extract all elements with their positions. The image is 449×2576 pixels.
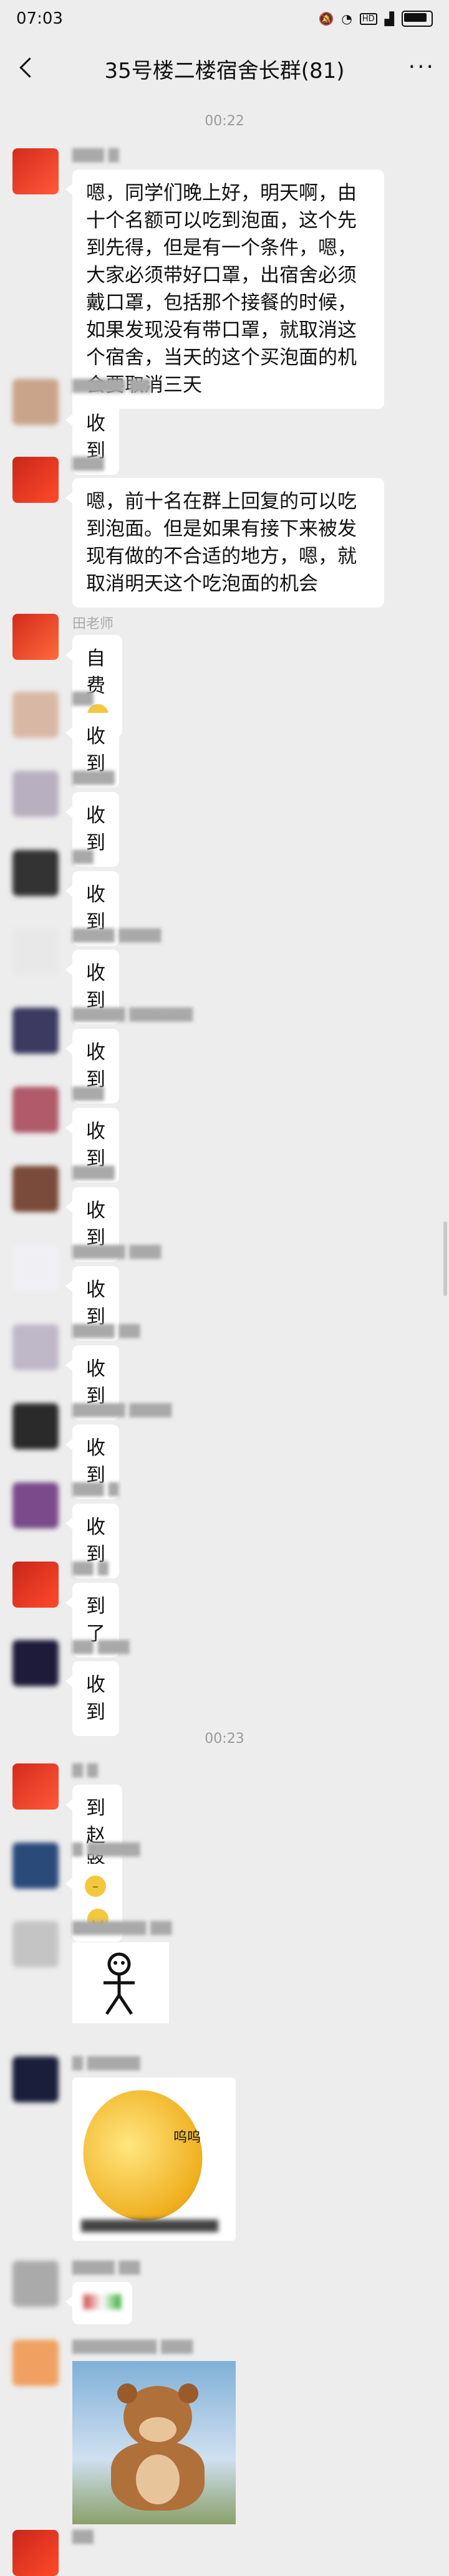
message-text: 收到 bbox=[86, 1516, 105, 1566]
avatar[interactable] bbox=[12, 1763, 59, 1810]
sender-name: ▇▇ bbox=[72, 690, 94, 706]
message-text: 收到 bbox=[86, 1674, 105, 1724]
timestamp: 00:22 bbox=[205, 113, 244, 129]
avatar[interactable] bbox=[12, 2530, 59, 2576]
blurred-caption bbox=[81, 2220, 218, 2232]
sender-name: ▇▇▇ bbox=[72, 1085, 104, 1101]
message-bubble[interactable]: 嗯，同学们晚上好，明天啊，由十个名额可以吃到泡面，这个先到先得，但是有一个条件，… bbox=[65, 169, 384, 409]
message-text: 收到 bbox=[86, 413, 105, 462]
timestamp: 00:23 bbox=[205, 1731, 244, 1747]
battery-icon bbox=[402, 11, 433, 27]
message-bubble[interactable]: 嗯，前十名在群上回复的可以吃到泡面。但是如果有接下来被发现有做的不合适的地方，嗯… bbox=[65, 478, 384, 608]
message-text: 自费 bbox=[86, 647, 105, 697]
avatar[interactable] bbox=[12, 614, 59, 660]
mute-icon: 🔕 bbox=[318, 11, 334, 26]
avatar[interactable] bbox=[12, 2056, 59, 2102]
avatar[interactable] bbox=[12, 1008, 59, 1054]
sticker-image[interactable] bbox=[72, 1942, 169, 2023]
avatar[interactable] bbox=[12, 148, 59, 194]
avatar[interactable] bbox=[12, 850, 59, 896]
blurred-content bbox=[84, 2294, 121, 2309]
avatar[interactable] bbox=[12, 1640, 59, 1686]
sender-name: ▇▇▇▇▇▇▇ ▇▇ bbox=[72, 1920, 172, 1935]
message-text: 收到 bbox=[86, 1279, 105, 1329]
message-text: 嗯，前十名在群上回复的可以吃到泡面。但是如果有接下来被发现有做的不合适的地方，嗯… bbox=[86, 490, 357, 595]
signal-icon: ▟ bbox=[384, 11, 394, 26]
sticker-caption: 呜呜 bbox=[173, 2130, 201, 2145]
message-bubble[interactable]: – bbox=[65, 1864, 117, 1906]
scrollbar[interactable] bbox=[443, 1221, 447, 1296]
more-icon[interactable]: ··· bbox=[408, 56, 435, 79]
sender-name: ▇▇▇ ▇ bbox=[72, 147, 119, 163]
stick-figure-icon bbox=[104, 1952, 135, 2015]
back-arrow-icon[interactable] bbox=[12, 54, 40, 81]
message-text: 收到 bbox=[86, 1358, 105, 1408]
message-text: 收到 bbox=[86, 884, 105, 933]
sender-name: ▇▇▇▇▇ ▇▇▇ bbox=[72, 1244, 162, 1259]
message-bubble[interactable]: 到赵路远◡ bbox=[65, 1785, 122, 1942]
sender-name: ▇▇ bbox=[72, 849, 94, 864]
message-text: 收到 bbox=[86, 725, 105, 775]
avatar[interactable] bbox=[12, 2261, 59, 2307]
sticker-image[interactable]: 呜呜 bbox=[72, 2077, 236, 2241]
message-text: 收到 bbox=[86, 1200, 105, 1249]
sticker-image[interactable] bbox=[72, 2361, 236, 2524]
sender-name: ▇▇▇▇ bbox=[72, 770, 115, 785]
sender-name: ▇▇▇ bbox=[72, 456, 104, 471]
bear-icon bbox=[111, 2383, 205, 2511]
sender-name: ▇▇▇▇▇▇▇▇ ▇▇▇ bbox=[72, 2339, 193, 2354]
sender-name: ▇▇▇ ▇ bbox=[72, 1481, 119, 1497]
message-bubble[interactable]: 收到 bbox=[65, 1661, 119, 1736]
message-text: 嗯，同学们晚上好，明天啊，由十个名额可以吃到泡面，这个先到先得，但是有一个条件，… bbox=[86, 182, 357, 396]
sender-name: ▇ ▇ bbox=[72, 1762, 98, 1778]
sender-name: ▇▇ bbox=[72, 2529, 94, 2544]
avatar[interactable] bbox=[12, 928, 59, 975]
avatar[interactable] bbox=[12, 1087, 59, 1133]
message-bubble[interactable] bbox=[65, 2282, 132, 2324]
awkward-emoji-icon: – bbox=[85, 1875, 106, 1897]
avatar[interactable] bbox=[12, 1562, 59, 1608]
status-time: 07:03 bbox=[16, 9, 63, 28]
wifi-icon: ◔ bbox=[341, 11, 352, 26]
avatar[interactable] bbox=[12, 771, 59, 817]
avatar[interactable] bbox=[12, 692, 59, 738]
avatar[interactable] bbox=[12, 1245, 59, 1291]
sender-name: ▇▇ ▇▇▇ bbox=[72, 1639, 130, 1654]
message-text: 收到 bbox=[86, 962, 105, 1012]
sender-name: ▇▇▇▇ bbox=[72, 1165, 115, 1180]
message-text: 收到 bbox=[86, 1041, 105, 1091]
avatar[interactable] bbox=[12, 1843, 59, 1889]
chat-header: 35号楼二楼宿舍长群(81) ··· bbox=[0, 37, 449, 100]
status-icons: 🔕 ◔ HD ▟ bbox=[318, 11, 433, 27]
avatar[interactable] bbox=[12, 1482, 59, 1529]
sender-name: ▇▇▇▇ ▇▇ bbox=[72, 2259, 140, 2275]
avatar[interactable] bbox=[12, 1921, 59, 1967]
chat-title: 35号楼二楼宿舍长群(81) bbox=[104, 58, 345, 83]
sender-name: ▇ ▇▇▇▇▇ bbox=[72, 1841, 140, 1857]
avatar[interactable] bbox=[12, 1403, 59, 1449]
sender-name: ▇▇▇▇ ▇▇ bbox=[72, 1323, 140, 1338]
sender-name: ▇▇ ▇ bbox=[72, 1560, 109, 1576]
message-text: 收到 bbox=[86, 804, 105, 854]
avatar[interactable] bbox=[12, 2340, 59, 2386]
message-text: 收到 bbox=[86, 1120, 105, 1170]
status-bar: 07:03 🔕 ◔ HD ▟ bbox=[0, 0, 449, 37]
sender-name: 田老师 bbox=[72, 616, 114, 632]
avatar[interactable] bbox=[12, 1166, 59, 1212]
sender-name: ▇ ▇▇▇▇▇ bbox=[72, 2055, 140, 2071]
avatar[interactable] bbox=[12, 1324, 59, 1370]
sender-name: ▇▇▇▇▇ ▇▇▇▇ bbox=[72, 1402, 172, 1418]
crying-face-icon bbox=[72, 2079, 215, 2232]
avatar[interactable] bbox=[12, 457, 59, 503]
sender-name: ▇▇▇▇ ▇▇▇▇ bbox=[72, 927, 162, 943]
sender-name: ▇▇▇▇▇ ▇▇ bbox=[72, 378, 151, 393]
avatar[interactable] bbox=[12, 379, 59, 425]
message-text: 到了 bbox=[86, 1595, 105, 1645]
sender-name: ▇▇▇▇▇ ▇▇▇▇▇▇ bbox=[72, 1006, 193, 1022]
hd-icon: HD bbox=[359, 12, 377, 25]
message-text: 收到 bbox=[86, 1437, 105, 1487]
